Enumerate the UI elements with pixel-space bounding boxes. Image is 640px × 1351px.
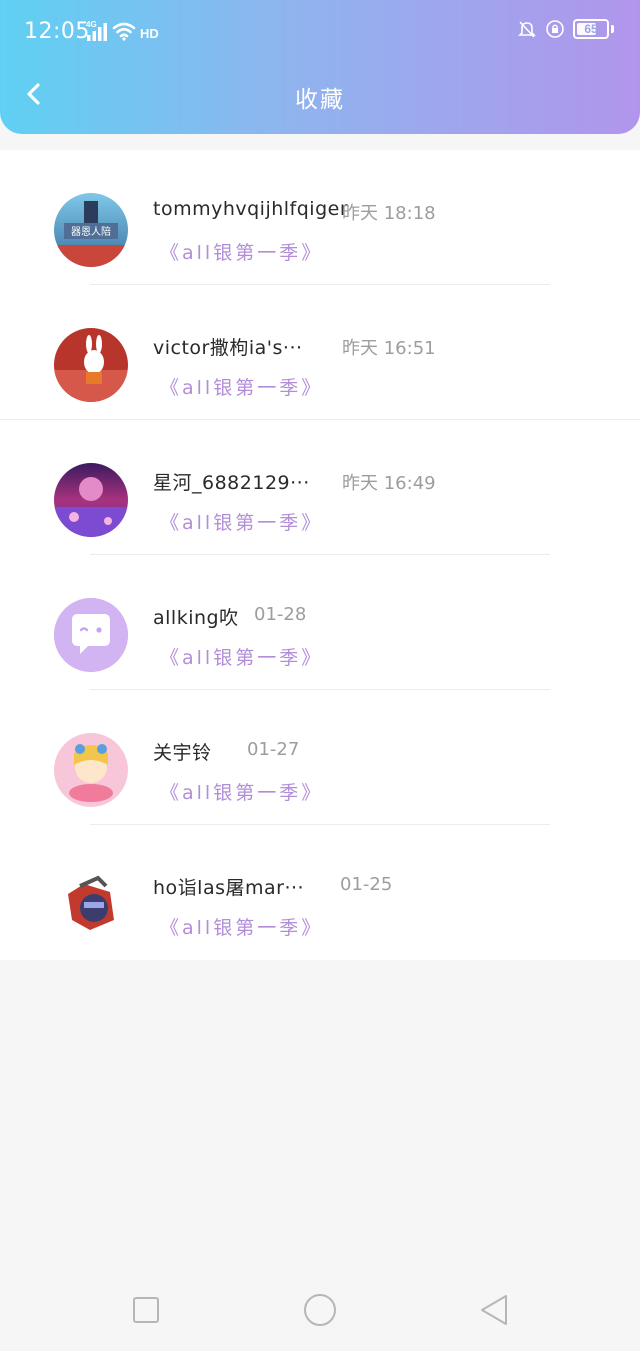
list-item[interactable]: allking吹 01-28 《all银第一季》 [0,555,640,690]
user-name: tommyhvqijhlfqiger [153,198,349,220]
timestamp: 01-28 [254,604,307,625]
triangle-back-icon [481,1295,507,1325]
recent-apps-button[interactable] [126,1290,166,1330]
avatar[interactable] [54,328,128,402]
user-name: victor撒枸ia's··· [153,337,303,359]
chat-bubble-face-icon [54,598,128,672]
avatar[interactable] [54,733,128,807]
status-time: 12:05 [24,19,90,44]
network-type-label: 4G [86,20,97,29]
back-nav-button[interactable] [474,1290,514,1330]
lock-rotation-icon [546,20,564,38]
list-item[interactable]: victor撒枸ia's··· 昨天 16:51 《all银第一季》 [0,285,640,420]
system-nav-bar [0,1260,640,1351]
timestamp: 昨天 16:51 [342,338,436,359]
status-bar: 12:05 4G HD 65 [0,0,640,66]
avatar[interactable] [54,463,128,537]
timestamp: 昨天 16:49 [342,473,436,494]
list-item[interactable]: 星河_6882129··· 昨天 16:49 《all银第一季》 [0,420,640,555]
album-title[interactable]: 《all银第一季》 [160,913,323,940]
album-title[interactable]: 《all银第一季》 [160,643,323,670]
circle-icon [304,1294,336,1326]
home-button[interactable] [300,1290,340,1330]
album-title[interactable]: 《all银第一季》 [160,373,323,400]
user-name: allking吹 [153,607,239,629]
avatar[interactable]: 器恩人陪 [54,193,128,267]
svg-text:器恩人陪: 器恩人陪 [71,225,111,238]
wifi-icon [112,22,136,41]
album-title[interactable]: 《all银第一季》 [160,778,323,805]
favorites-list: 器恩人陪 tommyhvqijhlfqiger 昨天 18:18 《all银第一… [0,150,640,960]
list-item[interactable]: 器恩人陪 tommyhvqijhlfqiger 昨天 18:18 《all银第一… [0,150,640,285]
hd-badge: HD [140,26,159,41]
user-name: 关宇铃 [153,742,212,764]
timestamp: 01-25 [340,874,393,895]
list-item[interactable]: ho诣las屠mar··· 01-25 《all银第一季》 [0,825,640,960]
battery-level: 65 [584,22,598,36]
header-bar: 12:05 4G HD 65 收藏 [0,0,640,134]
page-title: 收藏 [295,87,345,113]
square-icon [133,1297,159,1323]
user-name: ho诣las屠mar··· [153,877,305,899]
user-name: 星河_6882129··· [153,472,310,494]
album-title[interactable]: 《all银第一季》 [160,238,323,265]
avatar[interactable] [54,598,128,672]
timestamp: 昨天 18:18 [342,203,436,224]
battery-tip [611,25,614,33]
mute-bell-icon [518,21,536,38]
battery-icon: 65 [573,19,609,39]
timestamp: 01-27 [247,739,300,760]
list-item[interactable]: 关宇铃 01-27 《all银第一季》 [0,690,640,825]
status-right-group: 65 [517,19,614,39]
avatar[interactable] [54,868,128,942]
album-title[interactable]: 《all银第一季》 [160,508,323,535]
